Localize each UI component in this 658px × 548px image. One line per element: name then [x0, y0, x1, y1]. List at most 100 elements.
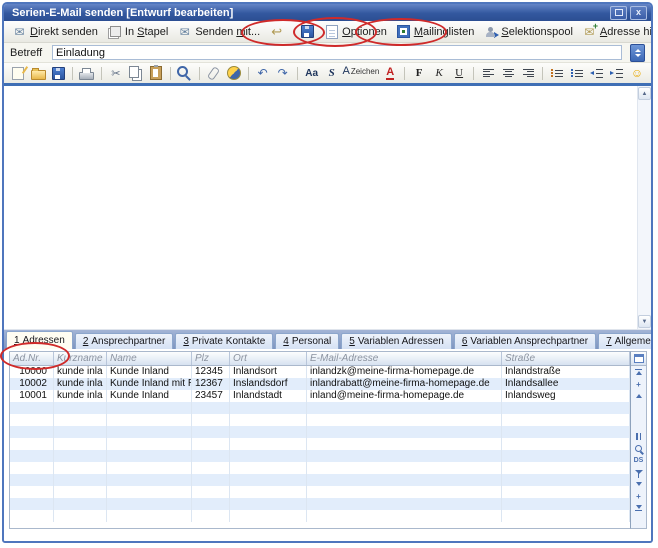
- align-left-button[interactable]: [479, 65, 497, 82]
- indent-button[interactable]: [608, 65, 626, 82]
- tab-variablen-adressen[interactable]: 5Variablen Adressen: [341, 333, 452, 349]
- font-color-button[interactable]: A: [381, 65, 399, 82]
- col-header-email[interactable]: E-Mail-Adresse: [307, 352, 502, 365]
- tab-allgemeine-variablen[interactable]: 7Allgemeine Variablen: [598, 333, 653, 349]
- save-disk-icon: [300, 25, 315, 39]
- font-style-button[interactable]: S: [323, 65, 341, 82]
- underline-button[interactable]: U: [450, 65, 468, 82]
- empty-table-row[interactable]: [10, 474, 630, 486]
- redo-button[interactable]: ↷: [274, 65, 292, 82]
- selektionspool-button[interactable]: Selektionspool: [479, 24, 577, 40]
- table-row[interactable]: 10001 kunde inla Kunde Inland 23457 Inla…: [10, 390, 630, 402]
- new-message-button[interactable]: [9, 65, 27, 82]
- direkt-senden-label: Direkt senden: [30, 26, 98, 38]
- table-row[interactable]: 10002 kunde inla Kunde Inland mit Rabatt…: [10, 378, 630, 390]
- message-editor: ▲ ▼: [4, 86, 651, 330]
- senden-mit-label: Senden mit...: [195, 26, 260, 38]
- align-center-button[interactable]: [499, 65, 517, 82]
- save-button[interactable]: [296, 24, 319, 40]
- table-row[interactable]: 10000 kunde inla Kunde Inland 12345 Inla…: [10, 366, 630, 378]
- align-right-icon: [523, 69, 534, 78]
- align-right-button[interactable]: [519, 65, 537, 82]
- last-record-button[interactable]: [631, 502, 646, 514]
- cut-button[interactable]: ✂: [107, 65, 125, 82]
- adresse-hinzufuegen-button[interactable]: ✉+ Adresse hinzufügen: [578, 24, 653, 40]
- undo-button[interactable]: ↶: [254, 65, 272, 82]
- empty-table-row[interactable]: [10, 486, 630, 498]
- tab-personal[interactable]: 4Personal: [275, 333, 339, 349]
- optionen-button[interactable]: Optionen: [320, 24, 391, 40]
- bold-button[interactable]: F: [410, 65, 428, 82]
- insert-record-button[interactable]: +: [631, 378, 646, 390]
- attach-button[interactable]: [205, 65, 223, 82]
- empty-table-row[interactable]: [10, 414, 630, 426]
- titlebar[interactable]: Serien-E-Mail senden [Entwurf bearbeiten…: [4, 4, 651, 21]
- search-record-button[interactable]: [631, 442, 646, 454]
- senden-mit-button[interactable]: ✉ Senden mit...: [173, 24, 264, 40]
- message-body-input[interactable]: [4, 86, 637, 329]
- tab-variablen-ansprechpartner[interactable]: 6Variablen Ansprechpartner: [454, 333, 596, 349]
- dataset-button[interactable]: DS: [631, 454, 646, 466]
- format-toolbar: ✂ ↶ ↷ Aa S AZeichen A F K U: [4, 63, 651, 83]
- search-button[interactable]: [176, 65, 194, 82]
- undo-icon: ↶: [258, 66, 268, 80]
- save-text-button[interactable]: [49, 65, 67, 82]
- editor-scrollbar[interactable]: ▲ ▼: [637, 86, 651, 329]
- empty-table-row[interactable]: [10, 438, 630, 450]
- empty-table-row[interactable]: [10, 402, 630, 414]
- restore-button[interactable]: [610, 6, 627, 20]
- col-header-ort[interactable]: Ort: [230, 352, 307, 365]
- magnifier-icon: [635, 445, 642, 452]
- empty-table-row[interactable]: [10, 426, 630, 438]
- print-button[interactable]: [78, 65, 96, 82]
- mailinglisten-button[interactable]: Mailinglisten: [392, 24, 479, 40]
- redo-icon: ↷: [278, 66, 288, 80]
- empty-table-row[interactable]: [10, 498, 630, 510]
- open-button[interactable]: [29, 65, 47, 82]
- column-resize-button[interactable]: [631, 430, 646, 442]
- tab-strip: 1Adressen 2Ansprechpartner 3Private Kont…: [4, 330, 651, 349]
- tab-private-kontakte[interactable]: 3Private Kontakte: [175, 333, 273, 349]
- tab-ansprechpartner[interactable]: 2Ansprechpartner: [75, 333, 174, 349]
- font-size-button[interactable]: Aa: [303, 65, 321, 82]
- append-record-button[interactable]: +: [631, 490, 646, 502]
- italic-button[interactable]: K: [430, 65, 448, 82]
- prev-record-button[interactable]: [631, 390, 646, 402]
- format-separator: [297, 67, 298, 80]
- col-header-name[interactable]: Name: [107, 352, 192, 365]
- char-format-button[interactable]: AZeichen: [343, 65, 380, 82]
- col-header-plz[interactable]: Plz: [192, 352, 230, 365]
- column-chooser-button[interactable]: [631, 352, 646, 366]
- bullet-list-button[interactable]: [568, 65, 586, 82]
- numbered-list-button[interactable]: [548, 65, 566, 82]
- tab-adressen[interactable]: 1Adressen: [6, 331, 73, 349]
- in-stapel-button[interactable]: In Stapel: [103, 24, 172, 40]
- outdent-button[interactable]: [588, 65, 606, 82]
- copy-button[interactable]: [127, 65, 145, 82]
- paperclip-icon: [207, 66, 220, 81]
- smiley-button[interactable]: ☺: [628, 65, 646, 82]
- numbered-list-icon: [551, 70, 563, 77]
- empty-table-row[interactable]: [10, 450, 630, 462]
- empty-table-row[interactable]: [10, 462, 630, 474]
- paste-button[interactable]: [147, 65, 165, 82]
- subject-input[interactable]: [52, 45, 622, 60]
- empty-table-row[interactable]: [10, 510, 630, 522]
- next-record-button[interactable]: [631, 478, 646, 490]
- col-header-adnr[interactable]: Ad.Nr.: [10, 352, 54, 365]
- scroll-up-button[interactable]: ▲: [638, 87, 651, 100]
- paste-clipboard-icon: [150, 66, 162, 80]
- scroll-down-button[interactable]: ▼: [638, 315, 651, 328]
- send-mail-icon: ✉: [12, 25, 27, 39]
- filter-button[interactable]: [631, 466, 646, 478]
- col-header-kurzname[interactable]: Kurzname: [54, 352, 107, 365]
- direkt-senden-button[interactable]: ✉ Direkt senden: [8, 24, 102, 40]
- format-separator: [404, 67, 405, 80]
- send-history-button[interactable]: ↩: [265, 24, 288, 40]
- first-record-button[interactable]: [631, 366, 646, 378]
- col-header-strasse[interactable]: Straße: [502, 352, 630, 365]
- nav-middle-group: DS: [631, 430, 646, 478]
- subject-spinner[interactable]: [630, 44, 645, 62]
- close-button[interactable]: x: [630, 6, 647, 20]
- help-button[interactable]: [225, 65, 243, 82]
